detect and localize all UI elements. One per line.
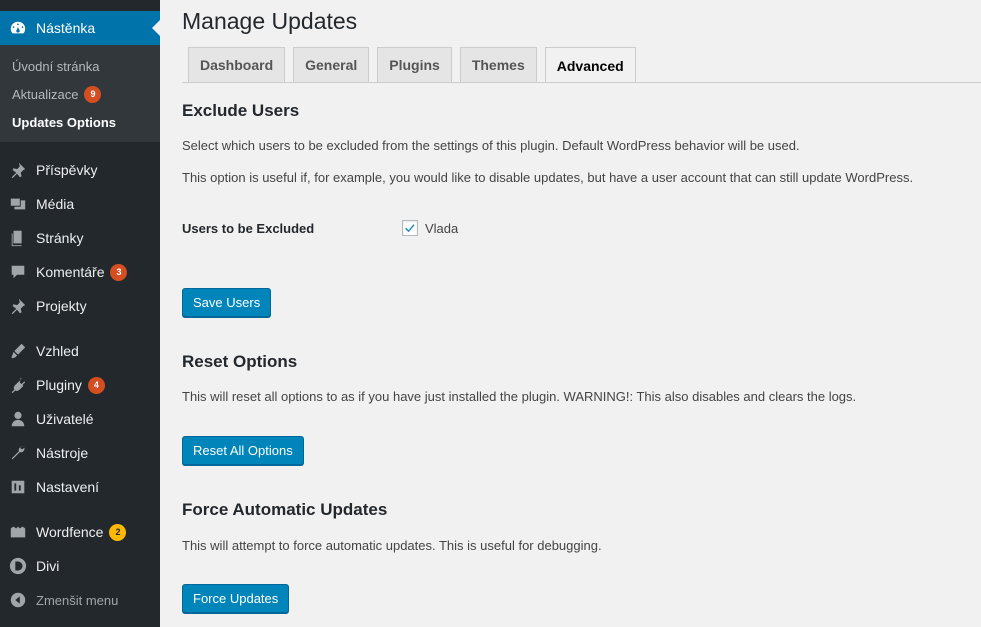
sidebar-item-plugins[interactable]: Pluginy 4 [0, 368, 160, 402]
users-excluded-label: Users to be Excluded [182, 221, 315, 236]
nav-tabs: Dashboard General Plugins Themes Advance… [188, 47, 644, 83]
sidebar-item-label: Nastavení [36, 479, 100, 495]
appearance-icon [8, 341, 28, 361]
sidebar-item-label: Nástroje [36, 445, 89, 461]
sidebar-item-label: Divi [36, 558, 60, 574]
comment-count-badge: 3 [110, 263, 128, 281]
media-icon [8, 194, 28, 214]
divi-icon [8, 556, 28, 576]
tab-general[interactable]: General [293, 47, 370, 82]
dashboard-submenu: Úvodní stránka Aktualizace 9 Updates Opti… [0, 45, 160, 142]
checkmark-icon [405, 224, 415, 233]
tab-dashboard[interactable]: Dashboard [188, 47, 286, 82]
collapse-icon [8, 590, 28, 610]
tab-plugins[interactable]: Plugins [377, 47, 452, 82]
sidebar-item-settings[interactable]: Nastavení [0, 470, 160, 504]
sidebar-collapse-menu[interactable]: Zmenšit menu [0, 583, 160, 617]
section-heading-exclude-users: Exclude Users [182, 101, 300, 120]
update-count-badge: 9 [84, 85, 102, 103]
sidebar-item-dashboard[interactable]: Nástěnka [0, 11, 160, 45]
sidebar-item-label: Stránky [36, 230, 84, 246]
sidebar-item-users[interactable]: Uživatelé [0, 402, 160, 436]
reset-options-description: This will reset all options to as if you… [182, 389, 857, 404]
section-heading-force-updates: Force Automatic Updates [182, 500, 388, 519]
sidebar-item-label: Zmenšit menu [36, 592, 119, 608]
wordfence-icon [8, 522, 28, 542]
sidebar-item-divi[interactable]: Divi [0, 549, 160, 583]
tab-advanced[interactable]: Advanced [544, 47, 636, 83]
sidebar-item-wordfence[interactable]: Wordfence 2 [0, 515, 160, 549]
submenu-item-updates-options[interactable]: Updates Options [0, 108, 160, 136]
sidebar-item-media[interactable]: Média [0, 187, 160, 221]
sidebar-item-label: Projekty [36, 298, 87, 314]
sidebar-item-projects[interactable]: Projekty [0, 289, 160, 323]
exclude-users-description: Select which users to be excluded from t… [182, 138, 800, 153]
sidebar-item-label: Uživatelé [36, 411, 94, 427]
submenu-label: Updates Options [12, 114, 117, 130]
sidebar-item-label: Nástěnka [36, 20, 96, 36]
user-checkbox-row[interactable]: Vlada [402, 220, 458, 236]
submenu-item-home[interactable]: Úvodní stránka [0, 52, 160, 80]
plugins-icon [8, 375, 28, 395]
save-users-button[interactable]: Save Users [182, 288, 272, 317]
sidebar-item-label: Příspěvky [36, 162, 98, 178]
submenu-label: Aktualizace [12, 86, 79, 102]
tab-divider [182, 82, 981, 83]
sidebar-item-posts[interactable]: Příspěvky [0, 153, 160, 187]
pages-icon [8, 228, 28, 248]
main-content: Manage Updates Dashboard General Plugins… [160, 0, 981, 627]
section-heading-reset-options: Reset Options [182, 352, 298, 371]
sidebar-item-tools[interactable]: Nástroje [0, 436, 160, 470]
plugin-updates-badge: 4 [87, 376, 105, 394]
tab-themes[interactable]: Themes [459, 47, 537, 82]
pin-icon [8, 160, 28, 180]
sidebar-item-label: Média [36, 196, 75, 212]
pin-icon [8, 296, 28, 316]
sidebar-item-label: Vzhled [36, 343, 79, 359]
force-updates-description: This will attempt to force automatic upd… [182, 538, 602, 553]
sidebar-item-label: Pluginy [36, 377, 82, 393]
user-name: Vlada [425, 220, 459, 236]
users-icon [8, 409, 28, 429]
sidebar-item-appearance[interactable]: Vzhled [0, 334, 160, 368]
admin-sidebar: Nástěnka Úvodní stránka Aktualizace 9 Upd… [0, 0, 160, 627]
page-title: Manage Updates [182, 8, 358, 34]
exclude-users-note: This option is useful if, for example, y… [182, 170, 914, 185]
reset-all-options-button[interactable]: Reset All Options [182, 436, 304, 465]
sidebar-item-label: Wordfence [36, 524, 104, 540]
user-checkbox[interactable] [402, 220, 418, 236]
submenu-label: Úvodní stránka [12, 58, 100, 74]
submenu-item-updates[interactable]: Aktualizace 9 [0, 80, 160, 108]
dashboard-icon [8, 18, 28, 38]
wordfence-badge: 2 [109, 523, 127, 541]
force-updates-button[interactable]: Force Updates [182, 584, 290, 613]
sidebar-item-comments[interactable]: Komentáře 3 [0, 255, 160, 289]
comments-icon [8, 262, 28, 282]
sidebar-item-pages[interactable]: Stránky [0, 221, 160, 255]
tools-icon [8, 443, 28, 463]
settings-icon [8, 477, 28, 497]
sidebar-item-label: Komentáře [36, 264, 105, 280]
